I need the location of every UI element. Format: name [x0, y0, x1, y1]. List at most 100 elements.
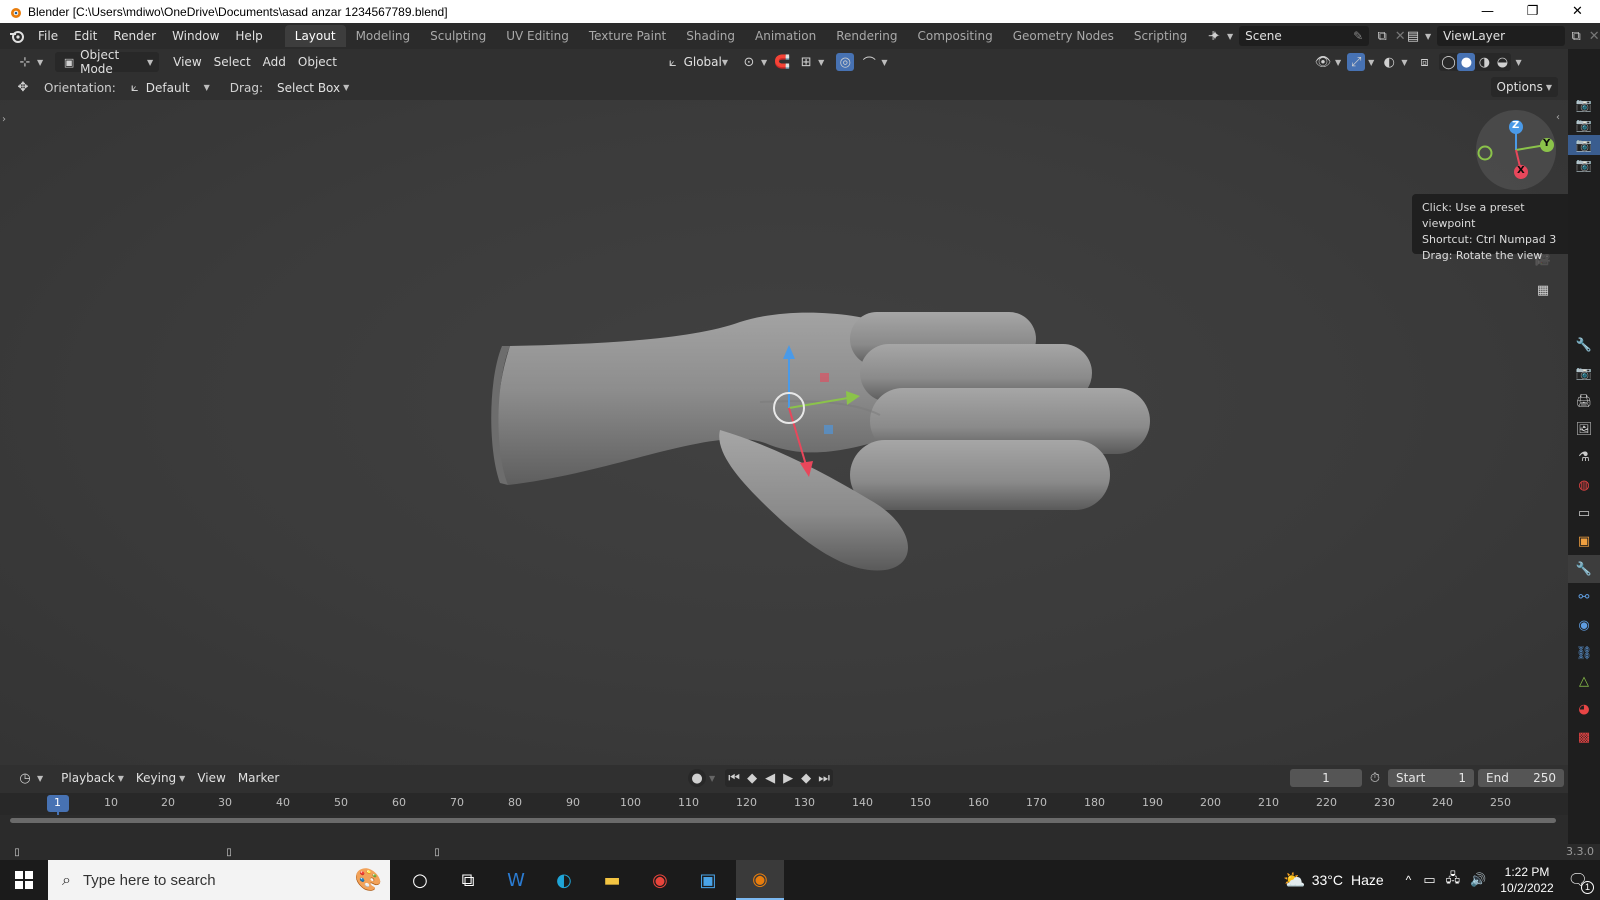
menu-file[interactable]: File: [30, 25, 66, 47]
new-scene-icon[interactable]: ⧉: [1373, 27, 1391, 45]
taskbar-search[interactable]: ⌕ Type here to search 🎨: [48, 860, 390, 900]
material-shading-icon[interactable]: ◑: [1475, 53, 1493, 71]
delete-view-layer-icon[interactable]: ✕: [1585, 27, 1600, 45]
texture-properties-icon[interactable]: ▩: [1568, 723, 1600, 751]
pin-icon[interactable]: ✎: [1353, 29, 1363, 43]
modifier-properties-icon[interactable]: 🔧: [1568, 555, 1600, 583]
play-reverse-icon[interactable]: ◀: [761, 769, 779, 787]
weather-desc[interactable]: Haze: [1351, 872, 1384, 888]
menu-render[interactable]: Render: [105, 25, 164, 47]
chevron-down-icon[interactable]: ▼: [1368, 58, 1374, 67]
timeline-scrollbar[interactable]: [10, 818, 1556, 823]
output-properties-icon[interactable]: 🖨: [1568, 387, 1600, 415]
task-view-icon[interactable]: ⧉: [444, 860, 492, 900]
tab-uv-editing[interactable]: UV Editing: [496, 25, 579, 47]
timeline-editor-type-button[interactable]: ◷ ▼: [10, 768, 49, 788]
timeline-menu-view[interactable]: View: [191, 768, 231, 788]
current-frame-field[interactable]: 1: [1290, 769, 1362, 787]
weather-icon[interactable]: ⛅: [1283, 870, 1305, 891]
move-tool-icon[interactable]: ✥: [14, 79, 32, 97]
3d-viewport[interactable]: › Z Y X 🎥 ▦ ‹ Click: Use a preset viewpo…: [0, 100, 1568, 765]
scene-properties-icon[interactable]: ⚗: [1568, 443, 1600, 471]
visibility-dropdown[interactable]: 👁 ▼: [1308, 52, 1347, 72]
tab-rendering[interactable]: Rendering: [826, 25, 907, 47]
menu-add[interactable]: Add: [257, 52, 292, 72]
tool-properties-icon[interactable]: 🔧: [1568, 331, 1600, 359]
weather-temp[interactable]: 33°C: [1312, 872, 1343, 888]
pivot-point-dropdown[interactable]: ⊙ ▼: [734, 52, 773, 72]
collection-properties-icon[interactable]: ▭: [1568, 499, 1600, 527]
rendered-shading-icon[interactable]: ◒: [1493, 53, 1511, 71]
outliner-camera-icon[interactable]: 📷: [1568, 95, 1600, 115]
next-keyframe-icon[interactable]: ◆: [797, 769, 815, 787]
tab-texture-paint[interactable]: Texture Paint: [579, 25, 676, 47]
physics-properties-icon[interactable]: ◉: [1568, 611, 1600, 639]
transform-orientation-dropdown[interactable]: ⟀ Global ▼: [658, 52, 734, 72]
particles-properties-icon[interactable]: ⚯: [1568, 583, 1600, 611]
start-button[interactable]: [0, 860, 48, 900]
menu-select[interactable]: Select: [208, 52, 257, 72]
outliner-camera-icon[interactable]: 📷: [1568, 155, 1600, 175]
file-explorer-icon[interactable]: ▬: [588, 860, 636, 900]
playback-dropdown[interactable]: Playback ▼: [55, 768, 130, 788]
start-frame-field[interactable]: Start 1: [1388, 769, 1474, 787]
chevron-down-icon[interactable]: ▼: [1401, 58, 1407, 67]
constraints-properties-icon[interactable]: ⛓: [1568, 639, 1600, 667]
material-properties-icon[interactable]: ◕: [1568, 695, 1600, 723]
keying-dropdown[interactable]: Keying ▼: [130, 768, 191, 788]
new-view-layer-icon[interactable]: ⧉: [1567, 27, 1585, 45]
render-properties-icon[interactable]: 📷: [1568, 359, 1600, 387]
chevron-up-icon[interactable]: ^: [1406, 873, 1412, 887]
preview-range-icon[interactable]: ⏱: [1366, 769, 1384, 787]
minimize-button[interactable]: —: [1465, 0, 1510, 23]
volume-icon[interactable]: 🔊: [1470, 872, 1486, 888]
clock[interactable]: 1:22 PM 10/2/2022: [1500, 864, 1553, 896]
play-icon[interactable]: ▶: [779, 769, 797, 787]
view-layer-field[interactable]: ViewLayer: [1437, 26, 1566, 46]
tab-layout[interactable]: Layout: [284, 25, 346, 47]
auto-keying-record-icon[interactable]: ●: [688, 769, 706, 787]
tab-modeling[interactable]: Modeling: [346, 25, 421, 47]
menu-view[interactable]: View: [167, 52, 207, 72]
data-properties-icon[interactable]: △: [1568, 667, 1600, 695]
jump-start-icon[interactable]: ⏮: [725, 769, 743, 787]
tab-compositing[interactable]: Compositing: [907, 25, 1002, 47]
view-layer-properties-icon[interactable]: 🖼: [1568, 415, 1600, 443]
wireframe-shading-icon[interactable]: ◯: [1439, 53, 1457, 71]
chevron-down-icon[interactable]: ▼: [1515, 58, 1521, 67]
menu-help[interactable]: Help: [227, 25, 270, 47]
word-icon[interactable]: W: [492, 860, 540, 900]
blender-menu-icon[interactable]: [8, 27, 26, 45]
view-layer-icon[interactable]: ▤: [1404, 27, 1422, 45]
tab-geometry-nodes[interactable]: Geometry Nodes: [1003, 25, 1124, 47]
notification-center[interactable]: 🗨 1: [1568, 870, 1594, 894]
proportional-edit-icon[interactable]: ◎: [836, 53, 855, 71]
sidebar-expand-arrow[interactable]: ‹: [1556, 112, 1560, 123]
mode-dropdown[interactable]: ▣ Object Mode ▼: [55, 48, 160, 76]
menu-window[interactable]: Window: [164, 25, 227, 47]
blender-taskbar-icon[interactable]: ◉: [736, 860, 784, 900]
end-frame-field[interactable]: End 250: [1478, 769, 1564, 787]
gizmo-toggle-icon[interactable]: ⤢: [1347, 53, 1366, 71]
outliner-camera-icon[interactable]: 📷: [1568, 115, 1600, 135]
snap-target-dropdown[interactable]: ⊞ ▼: [791, 52, 830, 72]
frame-ruler[interactable]: 1 10 20 30 40 50 60 70 80 90 100 110 120…: [0, 793, 1568, 822]
tab-animation[interactable]: Animation: [745, 25, 826, 47]
store-icon[interactable]: ▣: [684, 860, 732, 900]
proportional-falloff-dropdown[interactable]: ⌒ ▼: [854, 52, 893, 72]
tab-shading[interactable]: Shading: [676, 25, 745, 47]
outliner-camera-icon[interactable]: 📷: [1568, 135, 1600, 155]
jump-end-icon[interactable]: ⏭: [815, 769, 833, 787]
close-button[interactable]: ✕: [1555, 0, 1600, 23]
menu-edit[interactable]: Edit: [66, 25, 105, 47]
restore-button[interactable]: ❐: [1510, 0, 1555, 23]
tab-sculpting[interactable]: Sculpting: [420, 25, 496, 47]
tab-scripting[interactable]: Scripting: [1124, 25, 1197, 47]
xray-toggle-icon[interactable]: ⧈: [1415, 53, 1433, 71]
timeline-menu-marker[interactable]: Marker: [232, 768, 285, 788]
drag-dropdown[interactable]: Select Box ▼: [271, 78, 355, 98]
toggle-perspective-icon[interactable]: ▦: [1534, 281, 1552, 299]
network-icon[interactable]: 🖧: [1446, 869, 1461, 891]
chrome-icon[interactable]: ◉: [636, 860, 684, 900]
menu-object[interactable]: Object: [292, 52, 343, 72]
